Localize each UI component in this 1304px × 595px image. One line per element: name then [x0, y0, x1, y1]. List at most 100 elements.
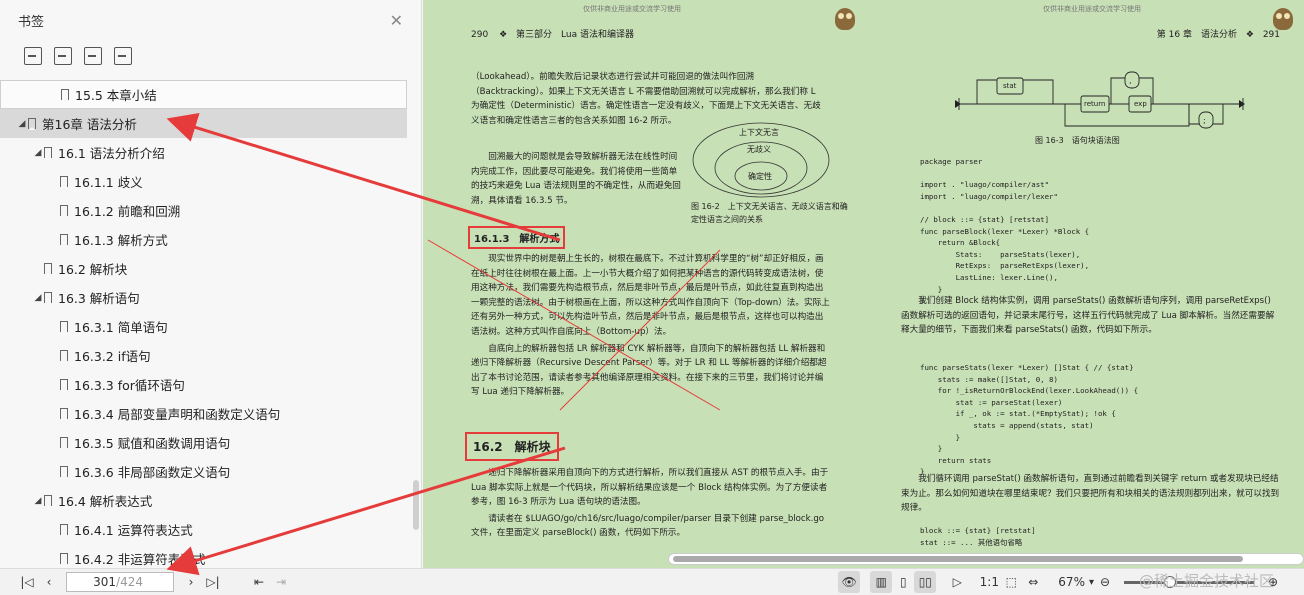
- fit-width-icon[interactable]: ⇔: [1022, 571, 1044, 593]
- bookmark-icon: [28, 118, 36, 130]
- bookmark-label: 16.1 语法分析介绍: [58, 146, 165, 161]
- body-text: 我们循环调用 parseStat() 函数解析语句，直到通过前瞻看到关键字 re…: [901, 472, 1281, 518]
- bookmark-item[interactable]: 16.1.2 前瞻和回溯: [0, 196, 421, 225]
- back-icon[interactable]: ⇤: [248, 571, 270, 593]
- current-page: 301: [93, 575, 117, 589]
- bookmark-item[interactable]: 16.4.2 非运算符表达式: [0, 544, 421, 568]
- bookmark-label: 16.3.5 赋值和函数调用语句: [74, 436, 231, 451]
- paragraph: 自底向上的解析器包括 LR 解析器和 CYK 解析器等，自顶向下的解析器包括 L…: [471, 343, 827, 398]
- bookmark-item[interactable]: ◢ 第16章 语法分析: [0, 109, 407, 138]
- bookmark-item[interactable]: 16.3.4 局部变量声明和函数定义语句: [0, 399, 421, 428]
- bookmark-item[interactable]: 16.3.5 赋值和函数调用语句: [0, 428, 421, 457]
- code-block: func parseStats(lexer *Lexer) []Stat { /…: [920, 363, 1139, 477]
- bookmark-item[interactable]: 16.3.2 if语句: [0, 341, 421, 370]
- bookmark-item[interactable]: ◢ 16.1 语法分析介绍: [0, 138, 421, 167]
- bookmark-item[interactable]: 16.1.1 歧义: [0, 167, 421, 196]
- sidebar-header: 书签 ✕: [0, 0, 421, 40]
- figure-label: 确定性: [748, 172, 772, 181]
- diagram-node-return: return: [1084, 100, 1106, 108]
- bookmark-icon: [60, 176, 68, 188]
- close-icon[interactable]: ✕: [390, 11, 403, 30]
- bookmark-icon: [60, 553, 68, 565]
- bookmark-item[interactable]: 16.4.1 运算符表达式: [0, 515, 421, 544]
- next-page-icon[interactable]: ›: [180, 571, 202, 593]
- sidebar-toolbar: [0, 40, 421, 72]
- bookmark-label: 15.5 本章小结: [75, 88, 157, 103]
- eye-protection-icon[interactable]: 👁: [838, 571, 861, 593]
- actual-size-icon[interactable]: 1:1: [978, 571, 1000, 593]
- add-bookmark-icon[interactable]: [84, 47, 102, 65]
- bookmark-label: 16.3.4 局部变量声明和函数定义语句: [74, 407, 281, 422]
- figure-caption: 图 16-2 上下文无关语言、无歧义语言和确定性语言之间的关系: [691, 202, 848, 224]
- page-290: 仅供非商业用途或交流学习使用 290 ❖ 第三部分 Lua 语法和编译器 （Lo…: [423, 0, 861, 568]
- owl-logo-icon: [835, 8, 855, 30]
- horizontal-scrollbar[interactable]: [668, 553, 1304, 565]
- page-watermark: 仅供非商业用途或交流学习使用: [583, 5, 681, 13]
- dual-page-icon[interactable]: ▯▯: [914, 571, 937, 593]
- bookmark-item[interactable]: 16.3.6 非局部函数定义语句: [0, 457, 421, 486]
- running-header: 第 16 章 语法分析: [1156, 30, 1237, 40]
- diamond-icon: ❖: [1245, 30, 1254, 40]
- first-page-icon[interactable]: |◁: [16, 571, 38, 593]
- bookmark-icon: [60, 321, 68, 333]
- page-header: 第 16 章 语法分析 ❖ 291: [1157, 27, 1280, 40]
- diagram-node-exp: exp: [1134, 100, 1147, 108]
- page-number: 291: [1262, 30, 1280, 40]
- bottom-toolbar: |◁ ‹ 301/424 › ▷| ⇤ ⇥ 👁 ▥ ▯ ▯▯ ▷ 1:1 ⬚ ⇔…: [0, 568, 1304, 595]
- page-watermark: 仅供非商业用途或交流学习使用: [1043, 5, 1141, 13]
- continuous-mode-icon[interactable]: ▥: [870, 571, 893, 593]
- body-text: 递归下降解析器采用自顶向下的方式进行解析，所以我们直接从 AST 的根节点入手。…: [471, 466, 831, 543]
- bookmark-label: 第16章 语法分析: [42, 117, 137, 132]
- brand-watermark: @稀土掘金技术社区: [1138, 572, 1274, 590]
- bookmark-icon: [60, 408, 68, 420]
- paragraph: 递归下降解析器采用自顶向下的方式进行解析，所以我们直接从 AST 的根节点入手。…: [471, 468, 829, 508]
- bookmark-icon: [60, 437, 68, 449]
- document-viewer: 仅供非商业用途或交流学习使用 290 ❖ 第三部分 Lua 语法和编译器 （Lo…: [423, 0, 1304, 568]
- page-number-input[interactable]: 301/424: [66, 572, 174, 592]
- paragraph: 回溯最大的问题就是会导致解析器无法在线性时间内完成工作，因此要尽可能避免。我们将…: [471, 152, 681, 206]
- bookmark-item[interactable]: ◢ 16.3 解析语句: [0, 283, 421, 312]
- collapse-caret-icon[interactable]: ◢: [32, 148, 44, 158]
- bookmark-label: 16.4 解析表达式: [58, 494, 153, 509]
- forward-icon[interactable]: ⇥: [270, 571, 292, 593]
- paragraph: 请读者在 $LUAGO/go/ch16/src/luago/compiler/p…: [471, 513, 825, 539]
- bookmark-icon: [44, 292, 52, 304]
- figure-caption: 图 16-3 语句块语法图: [1035, 136, 1120, 145]
- pdf-reader-window: 书签 ✕ 15.5 本章小结 ◢ 第16章 语法分析 ◢ 16.1 语法分析介绍 16.1…: [0, 0, 1304, 595]
- bookmark-item[interactable]: ◢ 16.4 解析表达式: [0, 486, 421, 515]
- bookmark-item[interactable]: 15.5 本章小结: [0, 80, 407, 109]
- figure-label: 上下文无言: [739, 128, 779, 137]
- bookmark-item[interactable]: 16.3.1 简单语句: [0, 312, 421, 341]
- bookmark-icon[interactable]: [114, 47, 132, 65]
- section-heading-16-1-3: 16.1.3 解析方式: [468, 226, 566, 249]
- sidebar-scrollbar[interactable]: [413, 480, 419, 530]
- collapse-caret-icon[interactable]: ◢: [32, 293, 44, 303]
- play-icon[interactable]: ▷: [946, 571, 968, 593]
- prev-page-icon[interactable]: ‹: [38, 571, 60, 593]
- last-page-icon[interactable]: ▷|: [202, 571, 224, 593]
- bookmark-icon: [60, 524, 68, 536]
- running-header: 第三部分 Lua 语法和编译器: [516, 30, 634, 40]
- bookmark-label: 16.4.1 运算符表达式: [74, 523, 193, 538]
- bookmark-item[interactable]: 16.3.3 for循环语句: [0, 370, 421, 399]
- single-page-icon[interactable]: ▯: [892, 571, 914, 593]
- section-heading-16-2: 16.2 解析块: [465, 432, 559, 461]
- bookmark-label: 16.2 解析块: [58, 262, 128, 277]
- bookmark-icon: [60, 379, 68, 391]
- bookmark-item[interactable]: 16.2 解析块: [0, 254, 421, 283]
- diagram-node-comma: ,: [1129, 76, 1132, 85]
- bookmark-label: 16.1.1 歧义: [74, 175, 143, 190]
- diagram-node-stat: stat: [1003, 82, 1017, 90]
- expand-all-icon[interactable]: [24, 47, 42, 65]
- bookmark-item[interactable]: 16.1.3 解析方式: [0, 225, 421, 254]
- zoom-out-icon[interactable]: ⊖: [1094, 571, 1116, 593]
- bookmark-label: 16.1.3 解析方式: [74, 233, 168, 248]
- collapse-all-icon[interactable]: [54, 47, 72, 65]
- code-block: block ::= {stat} [retstat] stat ::= ... …: [920, 526, 1036, 547]
- collapse-caret-icon[interactable]: ◢: [32, 496, 44, 506]
- bookmark-label: 16.4.2 非运算符表达式: [74, 552, 206, 567]
- collapse-caret-icon[interactable]: ◢: [16, 119, 28, 129]
- fit-page-icon[interactable]: ⬚: [1000, 571, 1022, 593]
- bookmark-sidebar: 书签 ✕ 15.5 本章小结 ◢ 第16章 语法分析 ◢ 16.1 语法分析介绍 16.1…: [0, 0, 422, 568]
- body-text: 回溯最大的问题就是会导致解析器无法在线性时间内完成工作，因此要尽可能避免。我们将…: [471, 150, 681, 210]
